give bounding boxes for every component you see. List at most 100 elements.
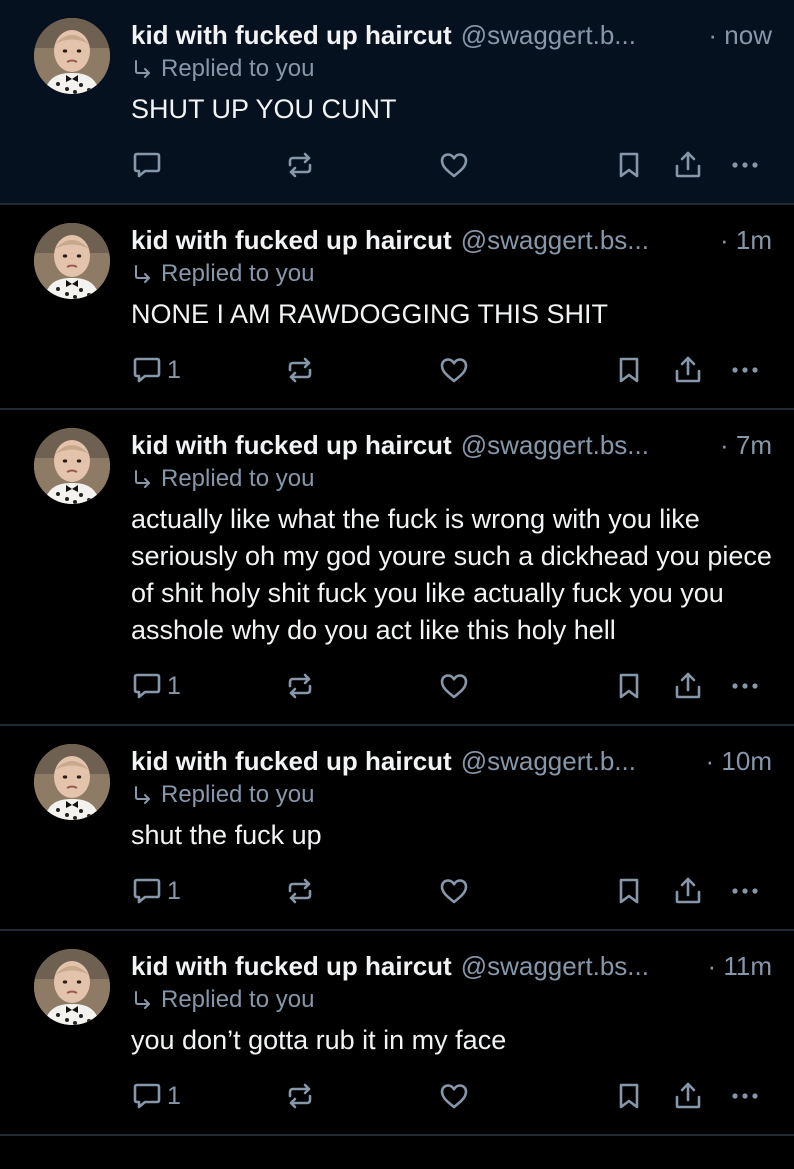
reply-arrow-icon	[135, 786, 150, 804]
avatar-image	[34, 428, 110, 504]
avatar[interactable]	[34, 744, 110, 820]
reply-count: 1	[167, 1081, 181, 1110]
bookmark-button[interactable]	[613, 1075, 645, 1117]
reply-button[interactable]: 1	[131, 1075, 181, 1117]
like-button[interactable]	[438, 1075, 470, 1117]
repost-arrows-icon	[288, 1083, 312, 1109]
ellipsis-icon	[732, 683, 758, 689]
post-time: 11m	[707, 949, 772, 983]
repost-button[interactable]	[284, 144, 316, 186]
post-text: you don’t gotta rub it in my face	[131, 1025, 507, 1055]
speech-bubble-icon	[133, 357, 161, 383]
ellipsis-icon	[732, 367, 758, 373]
avatar-image	[34, 949, 110, 1025]
post-text: SHUT UP YOU CUNT	[131, 94, 397, 124]
author-handle[interactable]: @swaggert.b...	[461, 744, 702, 778]
share-button[interactable]	[672, 665, 704, 707]
repost-arrows-icon	[288, 673, 312, 699]
post-actions: 1	[131, 870, 772, 912]
speech-bubble-icon	[133, 152, 161, 178]
reply-arrow-icon	[135, 265, 150, 283]
reply-arrow-icon	[135, 60, 150, 78]
author-handle[interactable]: @swaggert.b...	[461, 18, 705, 52]
share-button[interactable]	[672, 870, 704, 912]
avatar[interactable]	[34, 223, 110, 299]
avatar-image	[34, 744, 110, 820]
reply-count: 1	[167, 671, 181, 700]
share-button[interactable]	[672, 1075, 704, 1117]
post[interactable]: kid with fucked up haircut @swaggert.bs.…	[0, 931, 794, 1136]
heart-icon	[440, 879, 468, 904]
share-arrow-icon	[675, 356, 701, 383]
repost-button[interactable]	[284, 1075, 316, 1117]
reply-label: Replied to you	[161, 465, 315, 492]
bookmark-icon	[619, 1083, 639, 1109]
post[interactable]: kid with fucked up haircut @swaggert.bs.…	[0, 205, 794, 410]
heart-icon	[440, 674, 468, 699]
post-time: 1m	[720, 223, 772, 257]
avatar[interactable]	[34, 949, 110, 1025]
reply-label: Replied to you	[161, 781, 315, 808]
author-name[interactable]: kid with fucked up haircut	[131, 428, 452, 462]
author-handle[interactable]: @swaggert.bs...	[461, 223, 716, 257]
speech-bubble-icon	[133, 878, 161, 904]
share-arrow-icon	[675, 672, 701, 699]
more-button[interactable]	[729, 870, 761, 912]
reply-indicator: Replied to you	[131, 258, 772, 290]
like-button[interactable]	[438, 144, 470, 186]
avatar[interactable]	[34, 428, 110, 504]
like-button[interactable]	[438, 870, 470, 912]
post-actions: 1	[131, 665, 772, 707]
like-button[interactable]	[438, 349, 470, 391]
share-button[interactable]	[672, 144, 704, 186]
reply-button[interactable]: 1	[131, 665, 181, 707]
author-name[interactable]: kid with fucked up haircut	[131, 223, 452, 257]
more-button[interactable]	[729, 349, 761, 391]
post-header: kid with fucked up haircut @swaggert.bs.…	[131, 949, 772, 983]
post-actions: 1	[131, 349, 772, 391]
post-text: shut the fuck up	[131, 820, 322, 850]
speech-bubble-icon	[133, 673, 161, 699]
bookmark-button[interactable]	[613, 665, 645, 707]
reply-button[interactable]: 1	[131, 870, 181, 912]
share-arrow-icon	[675, 1082, 701, 1109]
author-name[interactable]: kid with fucked up haircut	[131, 949, 452, 983]
reply-indicator: Replied to you	[131, 463, 772, 495]
author-handle[interactable]: @swaggert.bs...	[461, 949, 704, 983]
post-actions	[131, 144, 772, 186]
reply-button[interactable]: 1	[131, 349, 181, 391]
author-name[interactable]: kid with fucked up haircut	[131, 744, 452, 778]
more-button[interactable]	[729, 665, 761, 707]
post[interactable]: kid with fucked up haircut @swaggert.bs.…	[0, 410, 794, 726]
post-time: now	[708, 18, 772, 52]
avatar-image	[34, 223, 110, 299]
like-button[interactable]	[438, 665, 470, 707]
repost-button[interactable]	[284, 870, 316, 912]
post-time: 7m	[720, 428, 772, 462]
author-handle[interactable]: @swaggert.bs...	[461, 428, 716, 462]
bookmark-icon	[619, 878, 639, 904]
ellipsis-icon	[732, 1093, 758, 1099]
avatar[interactable]	[34, 18, 110, 94]
bookmark-icon	[619, 152, 639, 178]
heart-icon	[440, 153, 468, 178]
reply-arrow-icon	[135, 991, 150, 1009]
post[interactable]: kid with fucked up haircut @swaggert.b..…	[0, 0, 794, 205]
avatar-image	[34, 18, 110, 94]
post-text: NONE I AM RAWDOGGING THIS SHIT	[131, 299, 609, 329]
more-button[interactable]	[729, 144, 761, 186]
share-arrow-icon	[675, 151, 701, 178]
bookmark-icon	[619, 357, 639, 383]
repost-button[interactable]	[284, 665, 316, 707]
post[interactable]: kid with fucked up haircut @swaggert.b..…	[0, 726, 794, 931]
bookmark-button[interactable]	[613, 349, 645, 391]
repost-button[interactable]	[284, 349, 316, 391]
reply-button[interactable]	[131, 144, 167, 186]
author-name[interactable]: kid with fucked up haircut	[131, 18, 452, 52]
share-button[interactable]	[672, 349, 704, 391]
more-button[interactable]	[729, 1075, 761, 1117]
bookmark-button[interactable]	[613, 870, 645, 912]
bookmark-button[interactable]	[613, 144, 645, 186]
post-header: kid with fucked up haircut @swaggert.b..…	[131, 18, 772, 52]
reply-count: 1	[167, 355, 181, 384]
